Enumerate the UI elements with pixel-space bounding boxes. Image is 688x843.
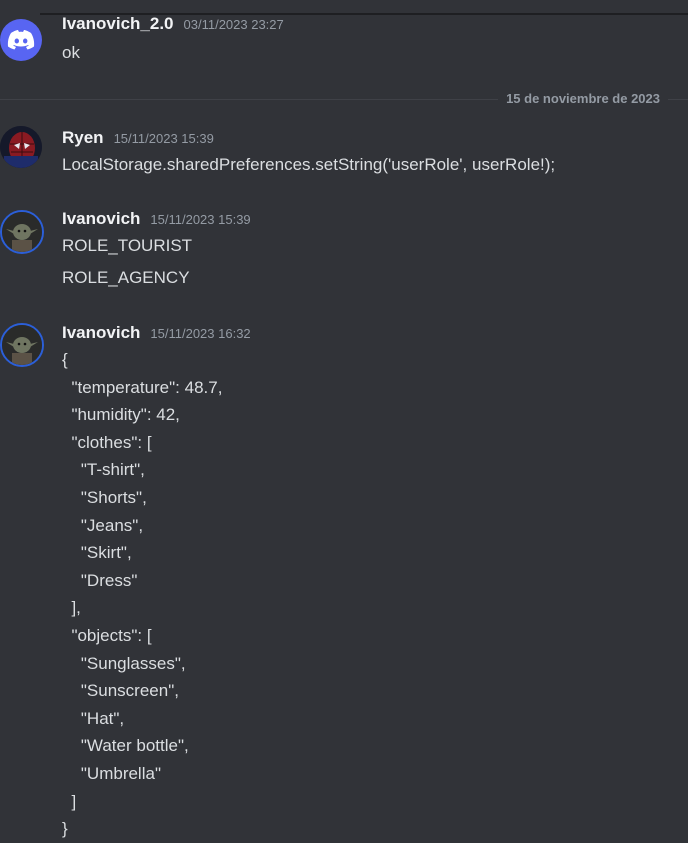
code-line: "Sunscreen",	[62, 681, 179, 701]
code-line: "Shorts",	[62, 487, 147, 507]
yoda-avatar-icon[interactable]	[0, 323, 44, 367]
code-line: "humidity": 42,	[62, 405, 180, 425]
message-text: ROLE_TOURIST	[62, 236, 193, 255]
message-author[interactable]: Ivanovich_2.0 03/11/2023 23:27	[62, 14, 284, 34]
code-line: "T-shirt",	[62, 460, 145, 480]
discord-logo-icon[interactable]	[0, 19, 42, 61]
author-name[interactable]: Ivanovich	[62, 323, 140, 342]
date-divider-label: 15 de noviembre de 2023	[498, 91, 668, 106]
message-author[interactable]: Ivanovich 15/11/2023 15:39	[62, 209, 251, 229]
message-text: ROLE_AGENCY	[62, 268, 190, 287]
author-name[interactable]: Ivanovich	[62, 209, 140, 228]
spiderman-avatar-icon[interactable]	[0, 126, 42, 168]
code-line: "Jeans",	[62, 515, 144, 535]
message-text: LocalStorage.sharedPreferences.setString…	[62, 155, 556, 174]
message-author[interactable]: Ivanovich 15/11/2023 16:32	[62, 323, 251, 343]
message-timestamp: 15/11/2023 15:39	[113, 131, 214, 146]
message-timestamp: 03/11/2023 23:27	[183, 17, 284, 32]
code-line: ]	[62, 791, 77, 811]
code-line: "Hat",	[62, 708, 125, 728]
code-line: "Umbrella"	[62, 763, 161, 783]
message-text: ok	[62, 43, 80, 62]
json-message-body: { "temperature": 48.7, "humidity": 42, "…	[62, 346, 222, 843]
message-timestamp: 15/11/2023 15:39	[150, 212, 251, 227]
code-line: "temperature": 48.7,	[62, 377, 223, 397]
yoda-avatar-icon[interactable]	[0, 210, 44, 254]
code-line: "Water bottle",	[62, 736, 189, 756]
message-timestamp: 15/11/2023 16:32	[150, 326, 251, 341]
code-line: "Dress"	[62, 570, 138, 590]
code-line: {	[62, 350, 68, 369]
code-line: "objects": [	[62, 625, 152, 645]
message-author[interactable]: Ryen 15/11/2023 15:39	[62, 128, 214, 148]
author-name[interactable]: Ryen	[62, 128, 104, 147]
code-line: "Sunglasses",	[62, 653, 186, 673]
code-line: "clothes": [	[62, 432, 152, 452]
code-line: "Skirt",	[62, 543, 132, 563]
code-line: }	[62, 819, 68, 839]
code-line: ],	[62, 598, 81, 618]
author-name[interactable]: Ivanovich_2.0	[62, 14, 174, 33]
